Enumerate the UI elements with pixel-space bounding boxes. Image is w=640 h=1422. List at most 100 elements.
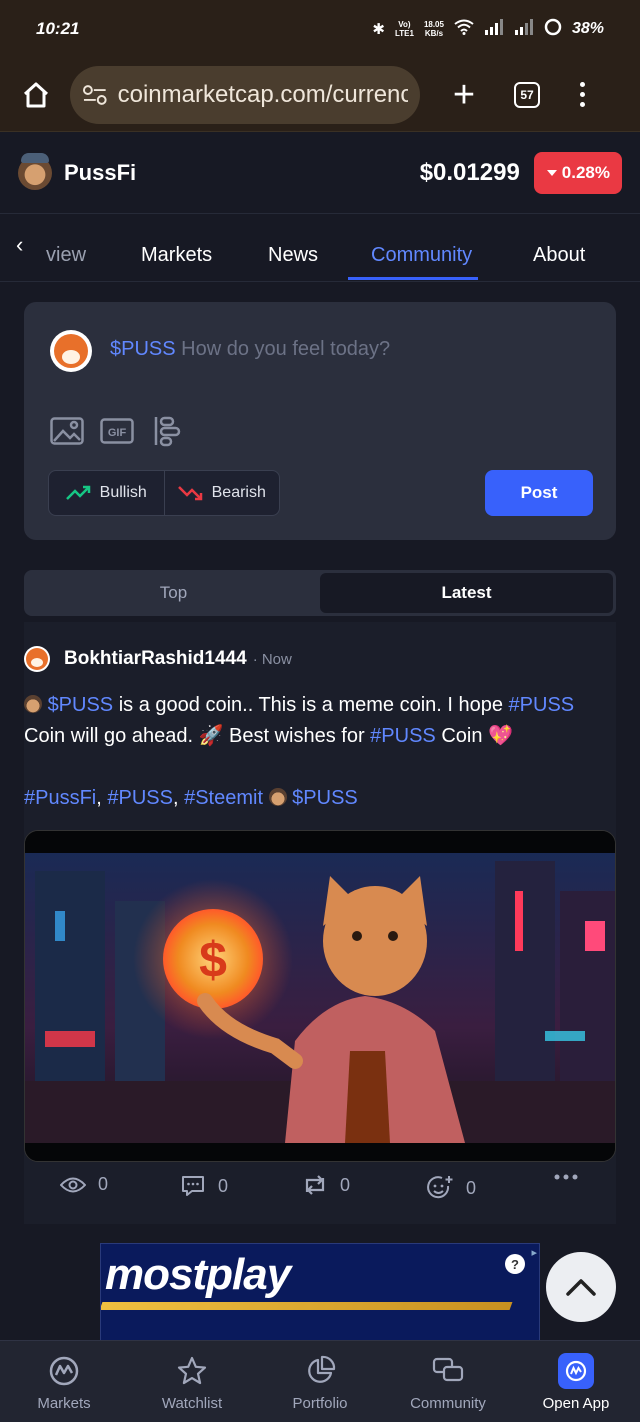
composer-placeholder: How do you feel today? [181, 338, 391, 360]
home-icon [23, 82, 49, 107]
post-hashtag-1[interactable]: #PUSS [509, 694, 575, 716]
coin-logo [18, 152, 52, 190]
gif-icon[interactable]: GIF [100, 414, 134, 448]
home-button[interactable] [16, 75, 56, 115]
tabs-scroll-left-icon[interactable]: ‹ [16, 232, 23, 258]
feed-sort-toggle: Top Latest [24, 570, 616, 616]
nav-community[interactable]: Community [384, 1341, 512, 1422]
volte-indicator: Vo) LTE1 [394, 20, 414, 38]
site-settings-icon[interactable] [82, 84, 108, 106]
star-icon [174, 1353, 210, 1389]
post-button[interactable]: Post [485, 470, 593, 516]
post-hashtag-2[interactable]: #PUSS [370, 725, 436, 747]
post-avatar[interactable] [24, 646, 50, 672]
post-text-2: Coin will go ahead. 🚀 Best wishes for [24, 725, 371, 747]
post-ticker-link[interactable]: $PUSS [48, 694, 114, 716]
battery-percent: 38% [571, 20, 604, 37]
coin-price: $0.01299 [419, 158, 520, 186]
pie-chart-icon [302, 1353, 338, 1389]
scroll-to-top-button[interactable] [546, 1252, 616, 1322]
nav-portfolio[interactable]: Portfolio [256, 1341, 384, 1422]
bearish-button[interactable]: Bearish [163, 471, 280, 515]
nav-watchlist[interactable]: Watchlist [128, 1341, 256, 1422]
ad-choices-icon[interactable]: ▸ [531, 1246, 537, 1259]
battery-icon [544, 18, 562, 40]
post-body: $PUSS is a good coin.. This is a meme co… [24, 690, 620, 752]
comments-count: 0 [218, 1175, 229, 1196]
status-time: 10:21 [36, 19, 80, 38]
image-upload-icon[interactable] [50, 414, 84, 448]
nav-portfolio-label: Portfolio [292, 1395, 348, 1412]
nav-open-app[interactable]: Open App [512, 1341, 640, 1422]
price-change-badge: 0.28% [533, 151, 622, 194]
repost-icon [305, 1175, 325, 1195]
comment-icon [182, 1176, 204, 1196]
chevron-up-icon [566, 1279, 596, 1296]
tab-overview[interactable]: view [46, 244, 86, 267]
tags-ticker-link[interactable]: $PUSS [292, 787, 358, 809]
tag-pussfi[interactable]: #PussFi [24, 787, 96, 809]
composer-ticker: $PUSS [110, 338, 176, 360]
cmc-logo-icon [558, 1353, 594, 1389]
views-count: 0 [98, 1174, 109, 1194]
nav-community-label: Community [410, 1395, 486, 1412]
sort-top-tab[interactable]: Top [27, 573, 320, 613]
nav-open-app-label: Open App [542, 1395, 610, 1412]
active-tab-indicator [348, 277, 478, 280]
eye-icon [60, 1177, 86, 1192]
signal-icon [484, 19, 504, 39]
composer-input[interactable]: $PUSS How do you feel today? [110, 338, 390, 361]
ad-brand: mostplay [105, 1250, 291, 1299]
ad-info-icon[interactable]: ? [505, 1254, 525, 1274]
network-speed: 18.05 KB/s [423, 20, 444, 38]
browser-toolbar: coinmarketcap.com/currenc + 57 [0, 58, 640, 132]
views-counter[interactable]: 0 [60, 1174, 108, 1195]
post-text-1: is a good coin.. This is a meme coin. I … [113, 694, 509, 716]
poll-icon[interactable] [150, 414, 184, 448]
sort-latest-tab[interactable]: Latest [320, 573, 613, 613]
nav-markets[interactable]: Markets [0, 1341, 128, 1422]
post-more-button[interactable] [554, 1174, 578, 1180]
tab-about[interactable]: About [533, 244, 585, 267]
bluetooth-icon: ✱ [372, 21, 385, 38]
comments-button[interactable]: 0 [180, 1174, 228, 1198]
status-icons: ✱ Vo) LTE1 18.05 KB/s 38% [372, 18, 604, 40]
tab-switcher-button[interactable]: 57 [514, 81, 540, 108]
tab-count: 57 [520, 87, 534, 102]
repost-button[interactable]: 0 [302, 1174, 350, 1196]
tag-puss[interactable]: #PUSS [107, 787, 173, 809]
feed-post[interactable]: BokhtiarRashid1444 · Now $PUSS is a good… [24, 622, 616, 1224]
bullish-button[interactable]: Bullish [49, 471, 164, 515]
post-actions: 0 0 0 0 [24, 1174, 616, 1210]
post-image[interactable]: $ [24, 830, 616, 1162]
post-time: · Now [252, 650, 292, 668]
tab-news[interactable]: News [268, 244, 318, 267]
nav-watchlist-label: Watchlist [161, 1395, 223, 1412]
reposts-count: 0 [340, 1174, 351, 1195]
sentiment-selector: Bullish Bearish [48, 470, 280, 516]
ad-banner[interactable]: mostplay ? ▸ [100, 1243, 540, 1343]
bearish-label: Bearish [211, 484, 266, 501]
react-button[interactable]: 0 [426, 1174, 476, 1202]
post-username[interactable]: BokhtiarRashid1444 [64, 648, 247, 670]
tab-markets[interactable]: Markets [141, 244, 212, 267]
status-bar: 10:21 ✱ Vo) LTE1 18.05 KB/s 38% [0, 0, 640, 58]
trend-down-icon [177, 486, 202, 501]
coin-header: PussFi $0.01299 0.28% [0, 132, 640, 214]
tab-community[interactable]: Community [371, 244, 472, 267]
coin-nav-tabs: ‹ view Markets News Community About [0, 214, 640, 282]
tag-steemit[interactable]: #Steemit [184, 787, 263, 809]
reactions-count: 0 [466, 1177, 477, 1198]
browser-menu-button[interactable] [580, 82, 585, 107]
nav-markets-label: Markets [37, 1395, 91, 1412]
new-tab-button[interactable]: + [444, 76, 484, 114]
more-icon [554, 1174, 578, 1180]
price-change-value: 0.28% [561, 162, 610, 182]
wifi-icon [454, 19, 474, 39]
post-text-3: Coin 💖 [435, 725, 513, 747]
ad-stripe [101, 1302, 513, 1310]
composer-avatar [50, 330, 92, 372]
chat-bubbles-icon [430, 1353, 466, 1389]
address-bar[interactable]: coinmarketcap.com/currenc [70, 65, 420, 124]
signal-icon-2 [514, 19, 534, 39]
